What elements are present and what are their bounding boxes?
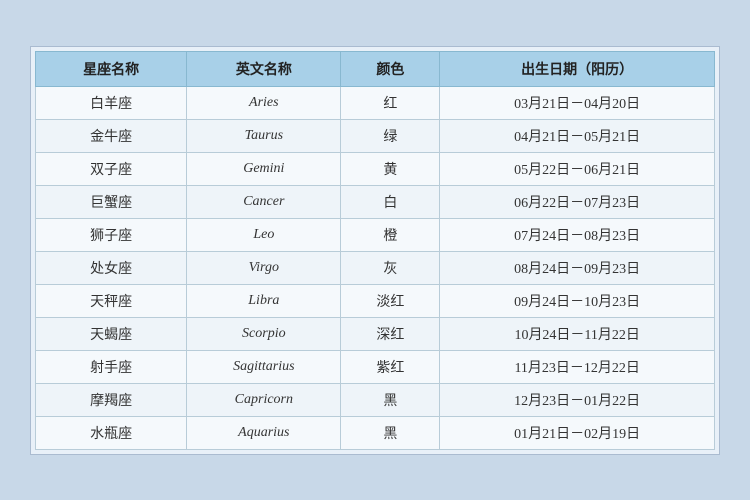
table-cell: 红 (341, 86, 440, 119)
table-cell: 灰 (341, 251, 440, 284)
table-cell: 07月24日－08月23日 (440, 218, 715, 251)
table-cell: 淡红 (341, 284, 440, 317)
table-header-cell: 英文名称 (187, 51, 341, 86)
table-cell: 摩羯座 (36, 383, 187, 416)
table-cell: Gemini (187, 152, 341, 185)
table-cell: 12月23日－01月22日 (440, 383, 715, 416)
table-cell: 11月23日－12月22日 (440, 350, 715, 383)
table-cell: 深红 (341, 317, 440, 350)
table-cell: 黑 (341, 383, 440, 416)
table-row: 白羊座Aries红03月21日－04月20日 (36, 86, 715, 119)
table-cell: Capricorn (187, 383, 341, 416)
table-cell: 白 (341, 185, 440, 218)
table-cell: Scorpio (187, 317, 341, 350)
table-row: 双子座Gemini黄05月22日－06月21日 (36, 152, 715, 185)
zodiac-table: 星座名称英文名称颜色出生日期（阳历） 白羊座Aries红03月21日－04月20… (35, 51, 715, 450)
table-cell: 06月22日－07月23日 (440, 185, 715, 218)
table-cell: 金牛座 (36, 119, 187, 152)
table-header-cell: 出生日期（阳历） (440, 51, 715, 86)
table-row: 水瓶座Aquarius黑01月21日－02月19日 (36, 416, 715, 449)
table-cell: Aries (187, 86, 341, 119)
table-row: 天蝎座Scorpio深红10月24日－11月22日 (36, 317, 715, 350)
table-cell: 巨蟹座 (36, 185, 187, 218)
table-cell: 08月24日－09月23日 (440, 251, 715, 284)
table-row: 狮子座Leo橙07月24日－08月23日 (36, 218, 715, 251)
table-cell: 射手座 (36, 350, 187, 383)
table-cell: 05月22日－06月21日 (440, 152, 715, 185)
table-row: 处女座Virgo灰08月24日－09月23日 (36, 251, 715, 284)
table-cell: 01月21日－02月19日 (440, 416, 715, 449)
table-row: 巨蟹座Cancer白06月22日－07月23日 (36, 185, 715, 218)
table-row: 金牛座Taurus绿04月21日－05月21日 (36, 119, 715, 152)
table-row: 摩羯座Capricorn黑12月23日－01月22日 (36, 383, 715, 416)
zodiac-table-wrapper: 星座名称英文名称颜色出生日期（阳历） 白羊座Aries红03月21日－04月20… (30, 46, 720, 455)
table-cell: Cancer (187, 185, 341, 218)
table-cell: Virgo (187, 251, 341, 284)
table-cell: 10月24日－11月22日 (440, 317, 715, 350)
table-cell: 绿 (341, 119, 440, 152)
table-cell: 双子座 (36, 152, 187, 185)
table-cell: Aquarius (187, 416, 341, 449)
table-cell: Sagittarius (187, 350, 341, 383)
table-row: 射手座Sagittarius紫红11月23日－12月22日 (36, 350, 715, 383)
table-cell: Libra (187, 284, 341, 317)
table-cell: 天蝎座 (36, 317, 187, 350)
table-cell: 04月21日－05月21日 (440, 119, 715, 152)
table-cell: Taurus (187, 119, 341, 152)
table-cell: 橙 (341, 218, 440, 251)
table-cell: Leo (187, 218, 341, 251)
table-header-row: 星座名称英文名称颜色出生日期（阳历） (36, 51, 715, 86)
table-header-cell: 星座名称 (36, 51, 187, 86)
table-cell: 狮子座 (36, 218, 187, 251)
table-body: 白羊座Aries红03月21日－04月20日金牛座Taurus绿04月21日－0… (36, 86, 715, 449)
table-cell: 白羊座 (36, 86, 187, 119)
table-header-cell: 颜色 (341, 51, 440, 86)
table-cell: 处女座 (36, 251, 187, 284)
table-cell: 09月24日－10月23日 (440, 284, 715, 317)
table-cell: 黑 (341, 416, 440, 449)
table-cell: 天秤座 (36, 284, 187, 317)
table-cell: 黄 (341, 152, 440, 185)
table-cell: 水瓶座 (36, 416, 187, 449)
table-row: 天秤座Libra淡红09月24日－10月23日 (36, 284, 715, 317)
table-cell: 紫红 (341, 350, 440, 383)
table-cell: 03月21日－04月20日 (440, 86, 715, 119)
